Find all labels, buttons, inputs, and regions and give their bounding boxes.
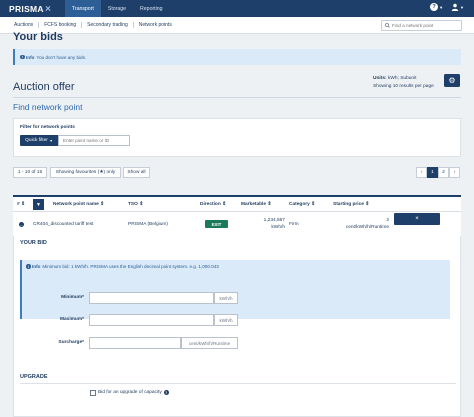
page-1-button[interactable]: 1 [427, 167, 438, 178]
page-2-button[interactable]: 2 [438, 167, 449, 178]
surcharge-label: Surcharge* [58, 340, 84, 345]
show-favourites-button[interactable]: Showing favourites (★) only [50, 167, 121, 178]
filter-icon: ▼ [36, 201, 41, 208]
chevron-down-icon: ▼ [460, 4, 464, 10]
bid-info-line: i Info Minimum bid: 1 kWh/h. PRISMA uses… [26, 264, 219, 269]
prisma-logo[interactable]: PRISMA [9, 4, 51, 14]
secondary-navigation-bar: Auctions FCFS booking Secondary trading … [0, 17, 474, 34]
units-value: kWh; Subunit [387, 76, 417, 81]
help-menu[interactable]: ? ▼ [430, 3, 443, 11]
bid-info-box: i Info Minimum bid: 1 kWh/h. PRISMA uses… [20, 260, 450, 319]
favourite-filter-button[interactable]: ▼ [33, 199, 44, 210]
upgrade-checkbox[interactable] [90, 390, 96, 396]
subnav-fcfs-booking[interactable]: FCFS booking [39, 22, 83, 28]
sub-nav: Auctions FCFS booking Secondary trading … [9, 22, 177, 28]
header-num[interactable]: # ⇕ [17, 202, 25, 207]
subnav-network-points[interactable]: Network points [134, 22, 177, 28]
table-header: # ⇕ ▼ Network point name ⇕ TSO ⇕ Directi… [13, 195, 461, 212]
header-tso[interactable]: TSO ⇕ [128, 202, 143, 207]
find-network-point-heading: Find network point [13, 102, 83, 112]
upgrade-heading: UPGRADE [20, 374, 48, 380]
question-circle-icon: ? [430, 3, 439, 11]
header-category[interactable]: Category ⇕ [289, 202, 315, 207]
auction-offer-table: # ⇕ ▼ Network point name ⇕ TSO ⇕ Directi… [13, 195, 461, 237]
info-tag: i Info [20, 55, 34, 60]
section-divider [13, 97, 461, 98]
logo-text: PRISMA [9, 3, 44, 14]
prev-page-button[interactable]: ‹ [416, 167, 427, 178]
help-icon[interactable]: ? [163, 390, 169, 395]
user-icon [451, 3, 459, 11]
upgrade-checkbox-label[interactable]: Bid for an upgrade of capacity [98, 390, 162, 395]
marketable-cell: 1,234,567 kWh/h [241, 218, 285, 231]
info-tag: i Info [26, 264, 40, 269]
gear-icon: ⚙ [448, 76, 456, 85]
close-bid-button[interactable]: × [394, 213, 440, 225]
no-bids-info: i Info You don't have any bids. [13, 49, 461, 65]
your-bid-panel: YOUR BID i Info Minimum bid: 1 kWh/h. PR… [13, 236, 461, 417]
show-all-button[interactable]: Show all [123, 167, 150, 178]
table-row[interactable]: – CR404_discounted tariff test PRISMA (B… [13, 212, 461, 237]
units-label: Units: [373, 76, 387, 81]
subnav-auctions[interactable]: Auctions [9, 22, 40, 28]
chevron-down-icon: ▼ [49, 138, 53, 143]
subnav-secondary-trading[interactable]: Secondary trading [82, 22, 134, 28]
minimum-unit: kWh/h [214, 292, 238, 304]
surcharge-unit: cent/kWh/h/Runtime [181, 337, 238, 349]
top-right-controls: ? ▼ ▼ [430, 3, 464, 11]
direction-badge: EXIT [205, 220, 228, 228]
chevron-down-icon: ▼ [439, 4, 444, 10]
user-menu[interactable]: ▼ [451, 3, 464, 11]
category-cell: Firm [289, 222, 299, 227]
header-direction[interactable]: Direction ⇕ [200, 202, 226, 207]
filter-label: Filter for network points [20, 125, 75, 130]
bid-info-text: Minimum bid: 1 kWh/h. PRISMA uses the En… [42, 264, 219, 269]
info-circle-icon: i [26, 264, 31, 269]
header-marketable[interactable]: Marketable ⇕ [241, 202, 271, 207]
expand-row-icon[interactable]: – [19, 222, 24, 227]
upgrade-checkbox-row: Bid for an upgrade of capacity ? [98, 390, 169, 395]
price-unit: cent/kWh/h/Runtime [345, 224, 389, 230]
result-range[interactable]: 1 - 10 of 15 [13, 167, 47, 178]
maximum-input[interactable] [89, 314, 214, 326]
header-starting-price[interactable]: Starting price ⇕ [333, 202, 369, 207]
info-circle-icon: i [20, 54, 25, 60]
filter-panel: Filter for network points Quick filter ▼ [13, 118, 461, 157]
network-point-search [381, 20, 462, 31]
results-per-page: Showing 10 results per page [373, 83, 434, 89]
surcharge-input[interactable] [89, 337, 181, 349]
quick-filter-label: Quick filter [25, 138, 48, 143]
upgrade-divider [20, 383, 456, 384]
info-text: You don't have any bids. [36, 54, 87, 60]
starting-price-cell: 2 cent/kWh/h/Runtime [331, 218, 389, 231]
header-network-point[interactable]: Network point name ⇕ [53, 202, 104, 207]
search-icon [382, 21, 392, 30]
main-nav: Transport Storage Reporting [64, 0, 170, 17]
marketable-unit: kWh/h [271, 224, 285, 230]
next-page-button[interactable]: › [449, 167, 460, 178]
quick-filter-button[interactable]: Quick filter ▼ [20, 135, 58, 146]
info-label: Info [26, 54, 35, 60]
minimum-input[interactable] [89, 292, 214, 304]
logo-x-icon [45, 6, 51, 12]
maximum-unit: kWh/h [214, 314, 238, 326]
info-label: Info [32, 264, 41, 269]
auction-offer-heading: Auction offer [13, 81, 75, 93]
nav-storage[interactable]: Storage [101, 0, 133, 17]
minimum-label: Minimum* [61, 295, 84, 300]
settings-button[interactable]: ⚙ [444, 74, 460, 87]
units-info: Units: kWh; Subunit Showing 10 results p… [373, 75, 434, 90]
maximum-label: Maximum* [60, 317, 84, 322]
top-navigation-bar: PRISMA Transport Storage Reporting ? ▼ ▼ [0, 0, 474, 17]
nav-transport[interactable]: Transport [64, 0, 101, 17]
nav-reporting[interactable]: Reporting [133, 0, 170, 17]
your-bid-heading: YOUR BID [20, 240, 47, 246]
search-input[interactable] [392, 23, 460, 28]
tso-name: PRISMA (Belgium) [128, 222, 168, 227]
network-point-filter-input[interactable] [58, 135, 130, 146]
network-point-name[interactable]: CR404_discounted tariff test [33, 222, 93, 227]
your-bids-heading: Your bids [13, 31, 63, 43]
